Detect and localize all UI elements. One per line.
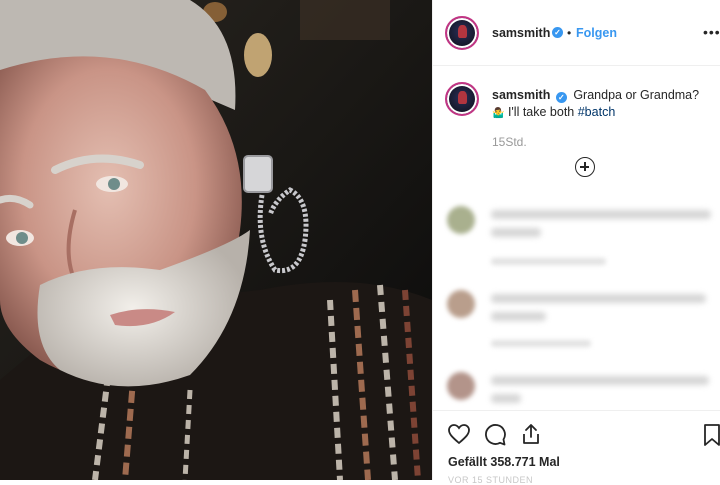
post-photo-illustration (0, 0, 432, 480)
verified-badge-icon: ✓ (552, 27, 563, 38)
blurred-avatar (447, 206, 475, 234)
post-header: samsmith ✓ • Folgen ••• (433, 0, 720, 66)
author-username[interactable]: samsmith (492, 26, 550, 40)
caption-text-2: I'll take both (507, 105, 578, 119)
header-separator: • (567, 26, 572, 40)
blurred-comment-text (491, 294, 706, 303)
caption-line-1: samsmith ✓ Grandpa or Grandma? (492, 88, 700, 103)
more-options-icon[interactable]: ••• (703, 24, 720, 40)
blurred-avatar (447, 290, 475, 318)
post-side-panel: samsmith ✓ • Folgen ••• samsmith ✓ Grand… (432, 0, 720, 485)
blurred-comment (433, 200, 720, 270)
blurred-comment-text (491, 312, 546, 321)
caption-hashtag[interactable]: #batch (578, 105, 616, 119)
author-avatar[interactable] (445, 16, 479, 50)
post-photo[interactable] (0, 0, 432, 480)
caption-username[interactable]: samsmith (492, 88, 550, 102)
share-icon[interactable] (519, 422, 543, 446)
blurred-avatar (447, 372, 475, 400)
blurred-comment-text (491, 210, 711, 219)
blurred-comment-text (491, 394, 521, 403)
follow-button[interactable]: Folgen (576, 26, 617, 40)
caption-timestamp[interactable]: 15Std. (492, 135, 527, 149)
caption-line-2: 🤷‍♂️ I'll take both #batch (492, 105, 615, 119)
post-date: VOR 15 STUNDEN (448, 475, 534, 485)
likes-count[interactable]: Gefällt 358.771 Mal (448, 455, 560, 469)
load-more-comments-plus-circle-icon[interactable] (575, 157, 595, 177)
verified-badge-icon: ✓ (555, 92, 567, 103)
caption-author-avatar[interactable] (445, 82, 479, 116)
blurred-comment-meta (491, 258, 606, 265)
blurred-comment-meta (491, 340, 591, 347)
blurred-comment-text (491, 228, 541, 237)
post-actions-bar: Gefällt 358.771 Mal VOR 15 STUNDEN (433, 410, 720, 485)
caption-text-1: Grandpa or Grandma? (573, 88, 700, 102)
blurred-comment (433, 284, 720, 354)
comment-bubble-icon[interactable] (483, 423, 507, 447)
heart-icon[interactable] (447, 423, 471, 445)
bookmark-icon[interactable] (703, 423, 720, 447)
blurred-comment-text (491, 376, 709, 385)
caption-emoji: 🤷‍♂️ (492, 108, 505, 119)
